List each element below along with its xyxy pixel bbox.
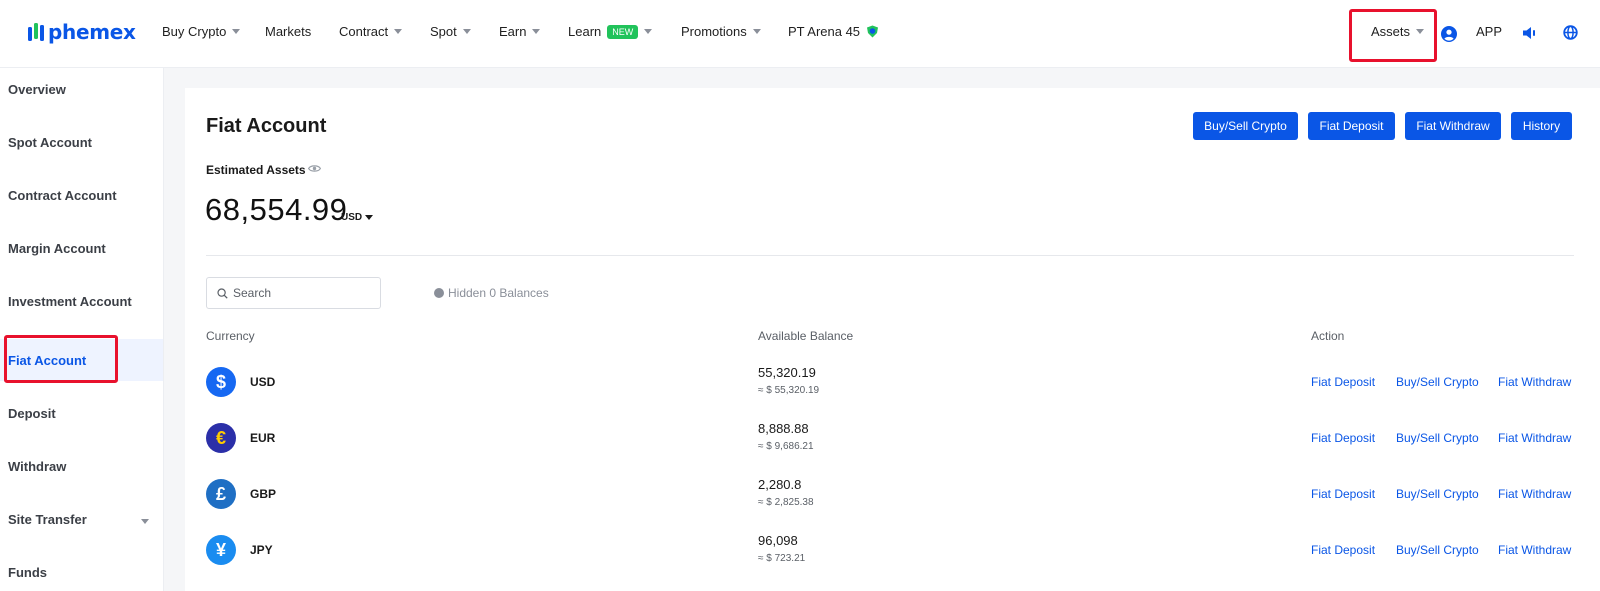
fiat-withdraw-button[interactable]: Fiat Withdraw [1405, 112, 1501, 140]
nav-markets[interactable]: Markets [265, 24, 311, 39]
table-row: € EUR 8,888.88 ≈ $ 9,686.21 Fiat Deposit… [0, 409, 1600, 465]
nav-earn[interactable]: Earn [499, 24, 541, 39]
column-header-available-balance: Available Balance [758, 329, 854, 343]
nav-promotions[interactable]: Promotions [681, 24, 761, 39]
nav-earn-label: Earn [499, 24, 527, 39]
available-amount: 96,098 [758, 533, 798, 548]
top-navigation-bar: phemex Buy Crypto Markets Contract Spot … [0, 0, 1600, 68]
row-fiat-withdraw-link[interactable]: Fiat Withdraw [1498, 431, 1571, 445]
arena-shield-icon [867, 25, 879, 38]
nav-pt-arena-label: PT Arena 45 [788, 24, 861, 39]
balance-unit-select[interactable]: USD [341, 212, 374, 223]
usd-equivalent: ≈ $ 723.21 [758, 553, 806, 564]
chevron-down-icon [532, 29, 541, 34]
sidebar-item-overview[interactable]: Overview [8, 82, 66, 97]
nav-contract[interactable]: Contract [339, 24, 403, 39]
chevron-down-icon [462, 29, 471, 34]
brand-name: phemex [48, 20, 136, 44]
chevron-down-icon [394, 29, 403, 34]
fiat-deposit-button[interactable]: Fiat Deposit [1308, 112, 1395, 140]
row-fiat-deposit-link[interactable]: Fiat Deposit [1311, 487, 1375, 501]
usd-equivalent: ≈ $ 9,686.21 [758, 441, 814, 452]
phemex-logo[interactable]: phemex [27, 20, 136, 44]
row-fiat-withdraw-link[interactable]: Fiat Withdraw [1498, 543, 1571, 557]
hidden-balances-label: Hidden 0 Balances [448, 286, 549, 300]
buy-sell-crypto-button[interactable]: Buy/Sell Crypto [1193, 112, 1298, 140]
radio-dot-icon [434, 288, 444, 298]
jpy-coin-icon: ¥ [206, 535, 236, 565]
row-buy-sell-crypto-link[interactable]: Buy/Sell Crypto [1396, 431, 1479, 445]
currency-code: JPY [250, 543, 273, 557]
available-amount: 2,280.8 [758, 477, 802, 492]
chevron-down-icon [752, 29, 761, 34]
available-amount: 8,888.88 [758, 421, 809, 436]
assets-highlight-box [1349, 9, 1437, 62]
row-buy-sell-crypto-link[interactable]: Buy/Sell Crypto [1396, 375, 1479, 389]
nav-app[interactable]: APP [1476, 24, 1502, 39]
nav-markets-label: Markets [265, 24, 312, 39]
row-fiat-deposit-link[interactable]: Fiat Deposit [1311, 431, 1375, 445]
table-row: ¥ JPY 96,098 ≈ $ 723.21 Fiat Deposit Buy… [0, 521, 1600, 577]
nav-spot-label: Spot [430, 24, 457, 39]
search-box[interactable] [206, 277, 381, 309]
nav-app-label: APP [1476, 24, 1503, 39]
usd-equivalent: ≈ $ 2,825.38 [758, 497, 814, 508]
row-fiat-withdraw-link[interactable]: Fiat Withdraw [1498, 487, 1571, 501]
eur-coin-icon: € [206, 423, 236, 453]
nav-pt-arena[interactable]: PT Arena 45 [788, 24, 879, 39]
usd-coin-icon: $ [206, 367, 236, 397]
estimated-assets-label: Estimated Assets [206, 163, 306, 177]
speaker-icon[interactable] [1522, 26, 1537, 40]
globe-icon[interactable] [1563, 25, 1578, 40]
row-buy-sell-crypto-link[interactable]: Buy/Sell Crypto [1396, 487, 1479, 501]
search-input[interactable] [233, 286, 373, 300]
sidebar-item-margin-account[interactable]: Margin Account [8, 241, 106, 256]
sidebar-item-contract-account[interactable]: Contract Account [8, 188, 117, 203]
usd-equivalent: ≈ $ 55,320.19 [758, 385, 820, 396]
currency-code: EUR [250, 431, 276, 445]
nav-learn[interactable]: Learn NEW [568, 24, 653, 39]
search-icon [217, 287, 228, 299]
nav-promotions-label: Promotions [681, 24, 747, 39]
currency-code: USD [250, 375, 276, 389]
user-account-icon[interactable] [1441, 26, 1457, 42]
chevron-down-icon [644, 29, 653, 34]
row-fiat-deposit-link[interactable]: Fiat Deposit [1311, 375, 1375, 389]
sidebar-item-spot-account[interactable]: Spot Account [8, 135, 92, 150]
row-fiat-withdraw-link[interactable]: Fiat Withdraw [1498, 375, 1571, 389]
nav-learn-label: Learn [568, 24, 602, 39]
available-amount: 55,320.19 [758, 365, 816, 380]
row-buy-sell-crypto-link[interactable]: Buy/Sell Crypto [1396, 543, 1479, 557]
nav-buy-crypto[interactable]: Buy Crypto [162, 24, 241, 39]
divider [206, 255, 1574, 256]
nav-contract-label: Contract [339, 24, 389, 39]
column-header-currency: Currency [206, 329, 255, 343]
column-header-action: Action [1311, 329, 1345, 343]
hide-zero-balances-toggle[interactable]: Hidden 0 Balances [434, 286, 549, 300]
row-fiat-deposit-link[interactable]: Fiat Deposit [1311, 543, 1375, 557]
eye-icon[interactable] [308, 164, 321, 173]
page-title: Fiat Account [206, 115, 327, 137]
gbp-coin-icon: £ [206, 479, 236, 509]
sidebar-item-investment-account[interactable]: Investment Account [8, 294, 132, 309]
chevron-down-icon [365, 215, 374, 220]
table-row: £ GBP 2,280.8 ≈ $ 2,825.38 Fiat Deposit … [0, 465, 1600, 521]
nav-spot[interactable]: Spot [430, 24, 471, 39]
balance-unit-label: USD [341, 212, 363, 223]
table-row: $ USD 55,320.19 ≈ $ 55,320.19 Fiat Depos… [0, 353, 1600, 409]
history-button[interactable]: History [1511, 112, 1572, 140]
currency-code: GBP [250, 487, 277, 501]
phemex-logo-icon [28, 23, 44, 41]
estimated-balance-value: 68,554.99 [205, 192, 348, 227]
new-badge: NEW [607, 24, 639, 39]
nav-buy-crypto-label: Buy Crypto [162, 24, 227, 39]
chevron-down-icon [232, 29, 241, 34]
